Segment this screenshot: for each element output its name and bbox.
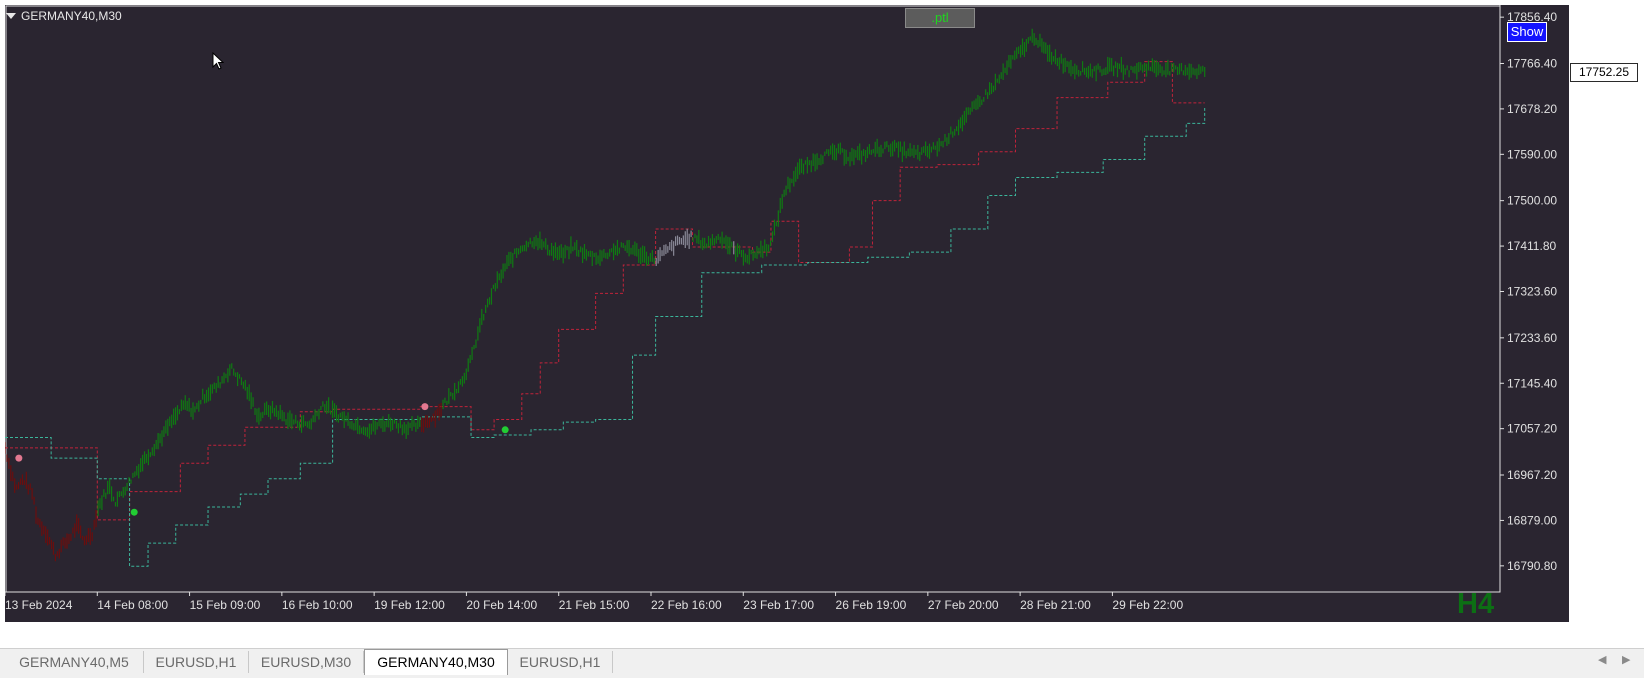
- x-tick-label: 20 Feb 14:00: [466, 598, 537, 612]
- chart-window: 17856.40 17766.40 17678.20 17590.00 17500.00…: [0, 0, 1644, 678]
- x-tick-label: 22 Feb 16:00: [651, 598, 722, 612]
- scroll-right-icon[interactable]: ▶: [1622, 653, 1630, 666]
- show-button[interactable]: Show: [1507, 22, 1547, 42]
- x-tick-label: 16 Feb 10:00: [282, 598, 353, 612]
- mouse-cursor-icon: [212, 52, 225, 70]
- scroll-left-icon[interactable]: ◀: [1598, 653, 1606, 666]
- symbol-title: GERMANY40,M30: [21, 9, 122, 23]
- chevron-down-icon[interactable]: [6, 13, 16, 19]
- tab-germany40-m5[interactable]: GERMANY40,M5: [5, 651, 144, 673]
- tab-germany40-m30[interactable]: GERMANY40,M30: [364, 649, 508, 675]
- ptl-button[interactable]: .ptl: [905, 8, 975, 28]
- y-tick-label: 16967.20: [1507, 468, 1557, 482]
- y-tick-label: 17590.00: [1507, 147, 1557, 161]
- x-tick-label: 29 Feb 22:00: [1112, 598, 1183, 612]
- tab-eurusd-m30[interactable]: EURUSD,M30: [249, 651, 364, 673]
- x-tick-label: 14 Feb 08:00: [97, 598, 168, 612]
- y-tick-label: 17323.60: [1507, 284, 1557, 298]
- buy-signal-dot: [501, 426, 509, 434]
- x-tick-label: 19 Feb 12:00: [374, 598, 445, 612]
- sell-signal-dot: [15, 454, 23, 462]
- y-tick-label: 17233.60: [1507, 331, 1557, 345]
- chart-tab-bar: GERMANY40,M5 EURUSD,H1 EURUSD,M30 GERMAN…: [0, 648, 1644, 678]
- x-tick-label: 23 Feb 17:00: [743, 598, 814, 612]
- plot-background: [5, 5, 1569, 622]
- current-price-label: 17752.25: [1570, 63, 1638, 82]
- y-tick-label: 16790.80: [1507, 559, 1557, 573]
- x-tick-label: 21 Feb 15:00: [559, 598, 630, 612]
- tab-eurusd-h1-second[interactable]: EURUSD,H1: [508, 651, 613, 673]
- y-tick-label: 17678.20: [1507, 102, 1557, 116]
- price-chart[interactable]: 17856.4017766.4017678.2017590.0017500.00…: [5, 5, 1569, 622]
- buy-signal-dot: [130, 508, 138, 516]
- sell-signal-dot: [421, 403, 429, 411]
- x-tick-label: 13 Feb 2024: [5, 598, 73, 612]
- y-tick-label: 17500.00: [1507, 194, 1557, 208]
- y-tick-label: 17766.40: [1507, 56, 1557, 70]
- y-tick-label: 17411.80: [1507, 239, 1556, 253]
- x-tick-label: 26 Feb 19:00: [836, 598, 907, 612]
- timeframe-label: H4: [1457, 588, 1495, 620]
- tab-eurusd-h1[interactable]: EURUSD,H1: [144, 651, 249, 673]
- chart-title[interactable]: GERMANY40,M30: [6, 9, 122, 23]
- x-tick-label: 15 Feb 09:00: [190, 598, 261, 612]
- x-tick-label: 27 Feb 20:00: [928, 598, 999, 612]
- y-tick-label: 17057.20: [1507, 422, 1557, 436]
- y-tick-label: 17145.40: [1507, 376, 1557, 390]
- x-tick-label: 28 Feb 21:00: [1020, 598, 1091, 612]
- y-tick-label: 16879.00: [1507, 513, 1557, 527]
